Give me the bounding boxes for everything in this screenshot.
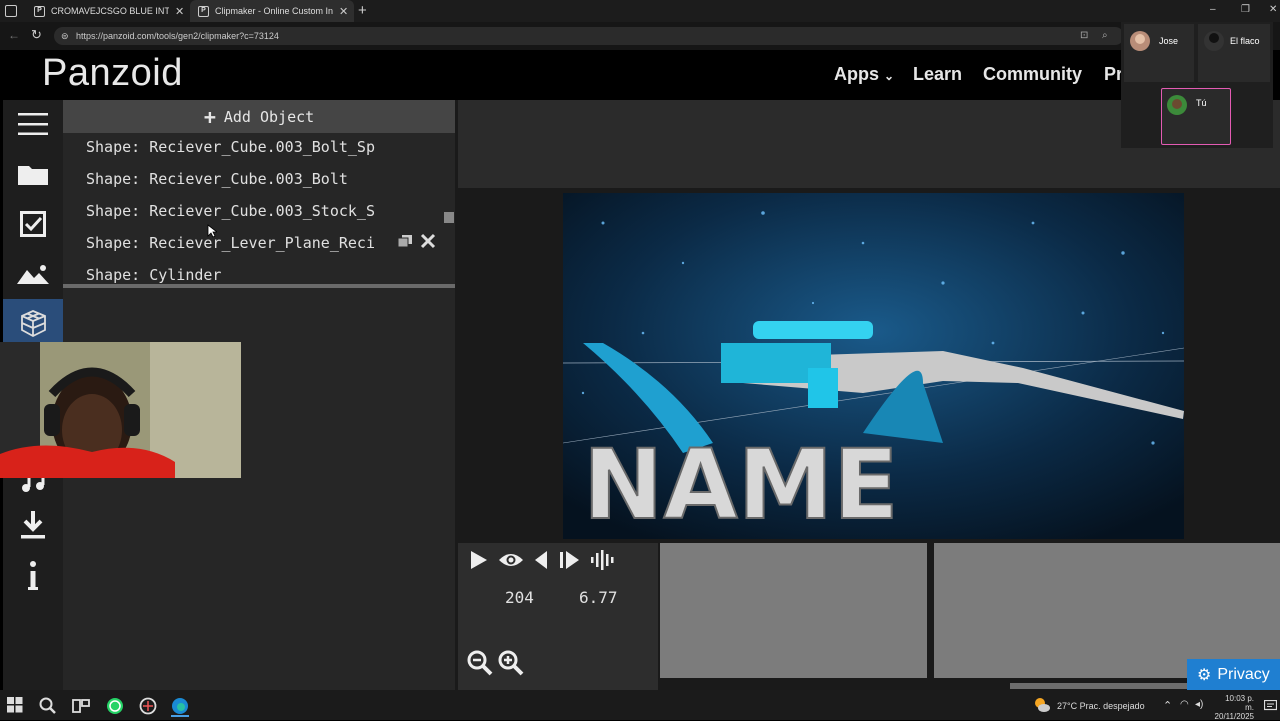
volume-icon[interactable]: ◂) [1195,699,1203,710]
site-header [0,50,1280,100]
chevron-up-icon[interactable]: ⌃ [1163,699,1172,712]
weather-icon[interactable] [1034,697,1050,715]
add-object-button[interactable]: + Add Object [63,100,455,133]
landscape-icon[interactable] [3,250,63,298]
participant-tile[interactable]: Jose [1124,24,1194,82]
folder-icon[interactable] [3,150,63,198]
scene-render-image: NAME [563,193,1184,539]
task-view-icon[interactable] [72,697,90,715]
download-icon[interactable] [3,500,63,548]
eye-icon[interactable] [498,549,524,576]
meeting-participants-panel: Jose El flaco Tú [1121,22,1273,148]
timeline-panel-right[interactable] [934,543,1280,678]
tab-clipmaker[interactable]: P Clipmaker - Online Custom Intro ✕ [190,0,354,22]
preview-canvas[interactable]: NAME [563,193,1184,539]
close-tab-icon[interactable]: ✕ [339,5,348,18]
tab-cromavej[interactable]: P CROMAVEJCSGO BLUE INTRO TE ✕ [26,0,190,22]
reader-mode-icon[interactable]: ⊡ [1080,27,1088,45]
back-icon[interactable]: ← [8,28,20,42]
minimize-button[interactable]: – [1210,4,1216,15]
whatsapp-icon[interactable] [106,697,124,715]
info-icon[interactable] [3,552,63,600]
weather-text[interactable]: 27°C Prac. despejado [1057,701,1145,711]
privacy-label: Privacy [1217,665,1270,683]
mouse-cursor-icon [207,224,219,243]
participant-name: Tú [1196,98,1207,108]
duplicate-icon[interactable] [397,234,417,250]
panzoid-favicon-icon: P [198,5,209,17]
url-text: https://panzoid.com/tools/gen2/clipmaker… [76,31,279,41]
list-item[interactable]: Shape: Reciever_Cube.003_Bolt [86,170,348,188]
frame-counter: 204 [505,588,534,607]
panzoid-favicon-icon: P [34,5,45,17]
list-item[interactable]: Shape: Reciever_Lever_Plane_Reci [86,234,375,252]
edge-browser-icon[interactable] [171,697,189,717]
nav-apps-label: Apps [834,64,879,84]
avatar [1167,95,1187,115]
clock[interactable]: 10:03 p. m. 20/11/2025 [1214,694,1254,721]
delete-icon[interactable] [420,233,438,251]
nav-community[interactable]: Community [983,64,1082,85]
notifications-icon[interactable] [1263,699,1278,714]
webcam-overlay [0,342,241,478]
wifi-icon[interactable]: ◠ [1180,699,1189,710]
participant-tile-self[interactable]: Tú [1161,88,1231,145]
cube-wireframe-icon[interactable] [3,299,63,347]
list-scrollbar[interactable] [444,212,454,223]
tab-label: CROMAVEJCSGO BLUE INTRO TE [51,6,169,16]
close-window-button[interactable]: ✕ [1269,4,1277,15]
participant-name: El flaco [1230,36,1260,46]
zoom-in-icon[interactable] [498,650,524,681]
maximize-button[interactable]: ❐ [1241,4,1250,15]
browser-tab-strip: P CROMAVEJCSGO BLUE INTRO TE ✕ P Clipmak… [0,0,1280,22]
close-tab-icon[interactable]: ✕ [175,5,184,18]
reload-icon[interactable]: ↻ [31,27,42,43]
avatar [1204,31,1224,51]
participant-tile[interactable]: El flaco [1198,24,1270,82]
waveform-icon[interactable] [590,549,616,576]
clock-time: 10:03 p. m. [1225,694,1254,712]
nav-apps[interactable]: Apps ⌄ [834,64,894,85]
play-icon[interactable] [469,549,489,576]
plus-icon: + [203,104,216,129]
zoom-icon[interactable]: ⌕ [1102,27,1108,45]
list-item[interactable]: Shape: Reciever_Cube.003_Bolt_Sp [86,138,375,156]
avatar [1130,31,1150,51]
gear-icon: ⚙ [1197,666,1212,684]
checkbox-icon[interactable] [3,200,63,248]
timeline-panel[interactable] [660,543,927,678]
privacy-button[interactable]: ⚙ Privacy [1187,659,1280,690]
chevron-down-icon: ⌄ [884,69,895,83]
app-icon[interactable] [139,697,157,715]
site-logo[interactable]: Panzoid [42,52,183,95]
new-tab-button[interactable]: + [358,2,367,19]
zoom-out-icon[interactable] [467,650,493,681]
step-back-icon[interactable] [532,549,550,576]
step-forward-icon[interactable] [559,549,581,576]
scene-3d-text: NAME [583,429,899,539]
url-field[interactable]: ⊜ https://panzoid.com/tools/gen2/clipmak… [54,27,1124,45]
menu-icon[interactable] [3,100,63,148]
participant-name: Jose [1159,36,1179,46]
tab-label: Clipmaker - Online Custom Intro [215,6,333,16]
site-info-icon[interactable]: ⊜ [61,27,69,45]
search-icon[interactable] [39,697,57,715]
webcam-feed-image [0,342,241,478]
list-item[interactable]: Shape: Reciever_Cube.003_Stock_S [86,202,375,220]
nav-learn[interactable]: Learn [913,64,962,85]
list-item[interactable]: Shape: Cylinder [86,266,221,283]
time-counter: 6.77 [579,588,618,607]
windows-start-icon[interactable] [7,697,25,715]
panel-resize-handle[interactable] [63,284,455,288]
object-list[interactable]: Shape: Reciever_Cube.003_Bolt_Sp Shape: … [63,133,445,283]
add-object-label: Add Object [223,107,315,126]
tab-actions-icon[interactable] [5,5,17,17]
